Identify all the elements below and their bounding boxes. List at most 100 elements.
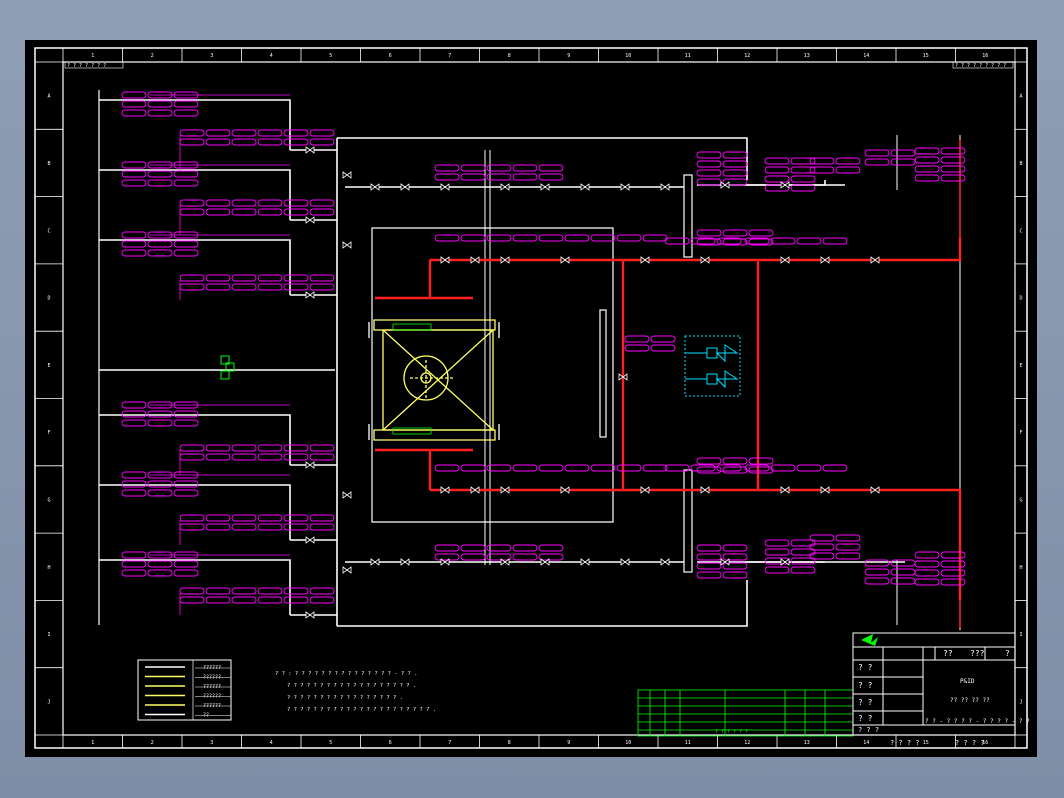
instrument-tag — [722, 571, 748, 579]
legend-item: ?? — [203, 713, 209, 719]
instrument-tag — [121, 231, 147, 239]
valve-icon — [305, 461, 315, 469]
instrument-tag — [460, 164, 486, 172]
instrument-tag — [121, 551, 147, 559]
instrument-tag — [121, 109, 147, 117]
zone-number-top: 15 — [923, 53, 929, 59]
instrument-tag — [173, 480, 199, 488]
instrument-tag — [864, 559, 890, 567]
instrument-tag — [309, 596, 335, 604]
instrument-tag — [309, 274, 335, 282]
instrument-tag — [864, 149, 890, 157]
instrument-tag — [205, 274, 231, 282]
instrument-tag — [283, 514, 309, 522]
instrument-tag — [770, 464, 796, 472]
instrument-tag — [179, 129, 205, 137]
zone-number-bottom: 4 — [270, 740, 273, 746]
instrument-tag — [205, 199, 231, 207]
zone-number-bottom: 14 — [863, 740, 869, 746]
instrument-tag — [434, 464, 460, 472]
instrument-tag — [231, 208, 257, 216]
instrument-tag — [309, 138, 335, 146]
instrument-tag — [283, 199, 309, 207]
instrument-tag — [696, 178, 722, 186]
instrument-tag — [173, 179, 199, 187]
instrument-tag — [173, 170, 199, 178]
instrument-tag — [179, 274, 205, 282]
valve-icon — [560, 256, 570, 264]
instrument-tag — [121, 489, 147, 497]
zone-number-bottom: 9 — [567, 740, 570, 746]
zone-letter-left: H — [47, 565, 50, 571]
instrument-tag — [696, 169, 722, 177]
valve-icon — [305, 146, 315, 154]
instrument-tag — [940, 174, 966, 182]
zone-number-top: 3 — [210, 53, 213, 59]
instrument-tag — [512, 544, 538, 552]
zone-ticks — [35, 48, 1027, 748]
instrument-tag — [283, 523, 309, 531]
valve-icon — [470, 486, 480, 494]
instrument-tag — [512, 164, 538, 172]
zone-number-bottom: 12 — [744, 740, 750, 746]
zone-letter-right: J — [1019, 699, 1022, 705]
zone-number-top: 1 — [91, 53, 94, 59]
instrument-tag — [764, 557, 790, 565]
valve-icon — [305, 536, 315, 544]
vessel-lower — [683, 469, 693, 573]
instrument-tag — [121, 240, 147, 248]
instrument-tag — [147, 410, 173, 418]
instrument-tag — [890, 577, 916, 585]
zone-number-top: 9 — [567, 53, 570, 59]
instrument-tag — [147, 109, 173, 117]
zone-number-bottom: 1 — [91, 740, 94, 746]
instrument-tag — [205, 138, 231, 146]
zone-number-top: 16 — [982, 53, 988, 59]
instrument-tag — [940, 569, 966, 577]
legend-item: ?????? — [203, 684, 221, 690]
instrument-tag — [590, 464, 616, 472]
valve-icon — [500, 256, 510, 264]
instrument-tag — [722, 160, 748, 168]
instrument-tag — [147, 170, 173, 178]
instrument-tag — [147, 560, 173, 568]
instrument-tag — [564, 234, 590, 242]
zone-number-bottom: 6 — [389, 740, 392, 746]
legend-item: ?????? — [203, 703, 221, 709]
title-header-a: ?? — [943, 649, 953, 658]
instrument-tag — [486, 164, 512, 172]
instrument-tag — [722, 562, 748, 570]
instrument-tag — [512, 464, 538, 472]
instrument-tag — [835, 543, 861, 551]
instrument-tag — [231, 514, 257, 522]
instrument-tag — [231, 596, 257, 604]
zone-number-bottom: 7 — [448, 740, 451, 746]
valve-icon — [870, 256, 880, 264]
instrument-tag — [564, 464, 590, 472]
instrument-tag — [179, 283, 205, 291]
zone-number-bottom: 8 — [508, 740, 511, 746]
instrument-tag — [121, 410, 147, 418]
zone-letter-right: D — [1019, 296, 1022, 302]
instrument-tag — [696, 544, 722, 552]
instrument-tag — [486, 173, 512, 181]
instrument-tag — [283, 587, 309, 595]
instrument-tag — [748, 229, 774, 237]
zone-number-top: 7 — [448, 53, 451, 59]
valve-icon — [370, 183, 380, 191]
zone-letter-right: H — [1019, 565, 1022, 571]
instrument-tag — [890, 559, 916, 567]
revision-table-label: ? ? ? ? ? ? — [715, 729, 748, 735]
instrument-tag — [173, 569, 199, 577]
instrument-tag — [590, 234, 616, 242]
instrument-tag — [309, 523, 335, 531]
instrument-tag — [434, 164, 460, 172]
note-line: ? ? ? ? ? ? ? ? ? ? ? ? ? ? ? ? ? ? ? ? … — [287, 707, 436, 713]
instrument-tag — [722, 151, 748, 159]
zone-number-bottom: 15 — [923, 740, 929, 746]
valve-icon — [305, 611, 315, 619]
title-line-1: P&ID — [960, 678, 975, 685]
instrument-tag — [486, 234, 512, 242]
instrument-tag — [179, 596, 205, 604]
red-process-lines — [375, 140, 962, 628]
